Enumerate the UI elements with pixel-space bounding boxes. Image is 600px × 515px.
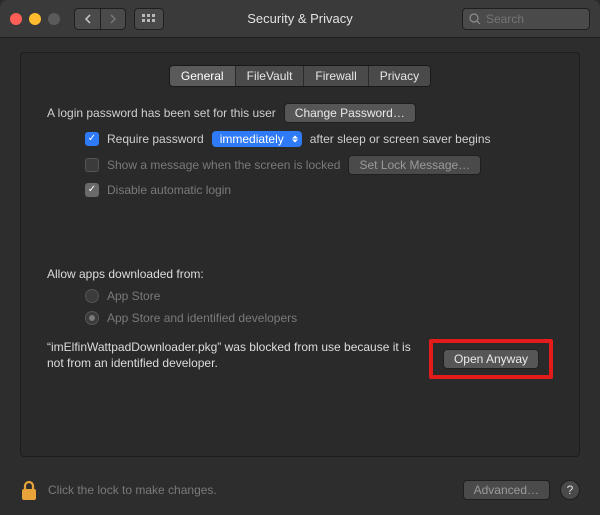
require-password-delay-select[interactable]: immediately <box>212 131 302 147</box>
allow-apps-title: Allow apps downloaded from: <box>47 267 553 281</box>
login-password-set-text: A login password has been set for this u… <box>47 106 276 120</box>
allow-app-store-label: App Store <box>107 289 160 303</box>
search-icon <box>469 13 481 25</box>
set-lock-message-button: Set Lock Message… <box>348 155 481 175</box>
allow-app-store-radio <box>85 289 99 303</box>
close-window-button[interactable] <box>10 13 22 25</box>
require-password-after-text: after sleep or screen saver begins <box>310 132 491 146</box>
traffic-lights <box>10 13 60 25</box>
blocked-app-message: “imElfinWattpadDownloader.pkg” was block… <box>47 339 419 371</box>
minimize-window-button[interactable] <box>29 13 41 25</box>
tab-filevault[interactable]: FileVault <box>236 66 305 86</box>
disable-automatic-login-checkbox <box>85 183 99 197</box>
search-input[interactable] <box>486 12 583 26</box>
lock-hint-text: Click the lock to make changes. <box>48 483 217 497</box>
lock-icon[interactable] <box>20 479 38 501</box>
show-lock-message-checkbox <box>85 158 99 172</box>
settings-panel: General FileVault Firewall Privacy A log… <box>20 52 580 457</box>
footer: Click the lock to make changes. Advanced… <box>0 469 600 515</box>
help-button[interactable]: ? <box>560 480 580 500</box>
show-lock-message-label: Show a message when the screen is locked <box>107 158 340 172</box>
general-pane: A login password has been set for this u… <box>21 103 579 379</box>
zoom-window-button[interactable] <box>48 13 60 25</box>
tab-firewall[interactable]: Firewall <box>304 66 368 86</box>
preferences-window: Security & Privacy General FileVault Fir… <box>0 0 600 515</box>
tab-general[interactable]: General <box>170 66 236 86</box>
allow-identified-developers-label: App Store and identified developers <box>107 311 297 325</box>
allow-identified-developers-radio <box>85 311 99 325</box>
change-password-button[interactable]: Change Password… <box>284 103 416 123</box>
back-button[interactable] <box>74 8 100 30</box>
open-anyway-button[interactable]: Open Anyway <box>443 349 539 369</box>
tab-bar: General FileVault Firewall Privacy <box>169 65 431 87</box>
tab-privacy[interactable]: Privacy <box>369 66 430 86</box>
require-password-label: Require password <box>107 132 204 146</box>
search-field[interactable] <box>462 8 590 30</box>
advanced-button[interactable]: Advanced… <box>463 480 550 500</box>
titlebar: Security & Privacy <box>0 0 600 38</box>
nav-buttons <box>74 8 126 30</box>
forward-button[interactable] <box>100 8 126 30</box>
chevron-updown-icon <box>292 136 298 143</box>
content-area: General FileVault Firewall Privacy A log… <box>0 38 600 469</box>
open-anyway-highlight: Open Anyway <box>429 339 553 379</box>
require-password-checkbox[interactable] <box>85 132 99 146</box>
require-password-delay-value: immediately <box>220 132 284 146</box>
show-all-button[interactable] <box>134 8 164 30</box>
disable-automatic-login-label: Disable automatic login <box>107 183 231 197</box>
